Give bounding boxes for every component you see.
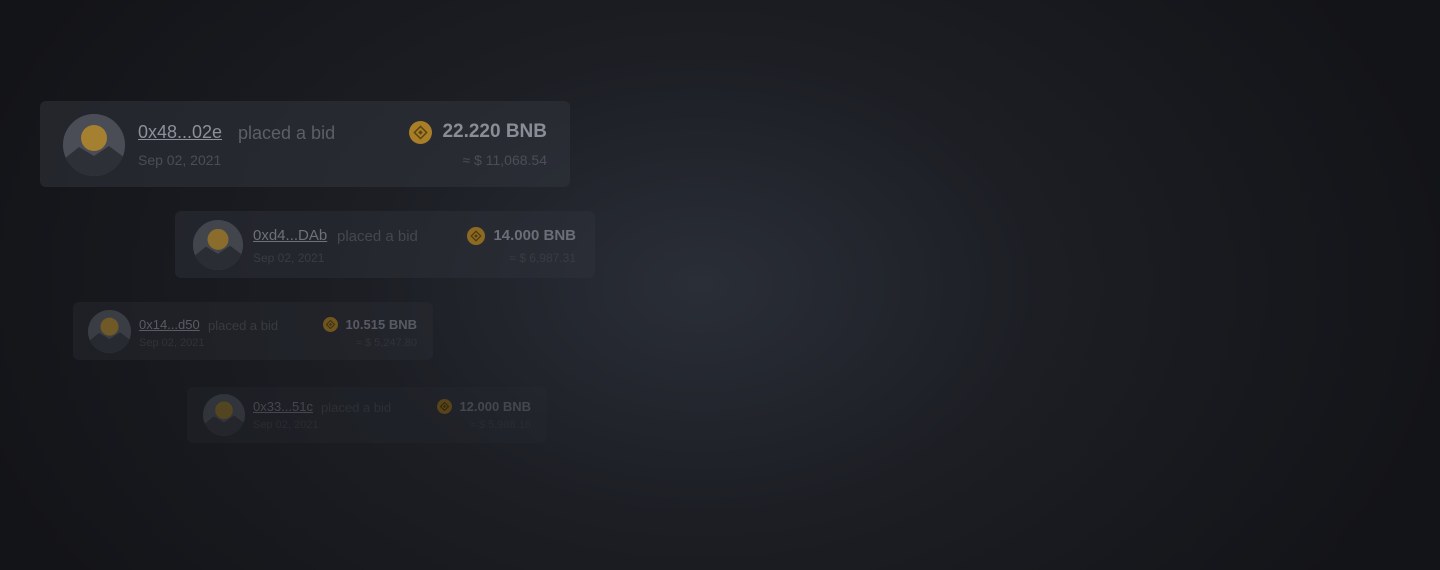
bid-card: 0x48...02e placed a bid Sep 02, 2021 22.… <box>40 101 570 187</box>
bid-card: 0x14...d50 placed a bid Sep 02, 2021 10.… <box>73 302 433 360</box>
bid-usd-value: ≈ $ 5,247.80 <box>355 337 417 349</box>
bid-card: 0x33...51c placed a bid Sep 02, 2021 12.… <box>187 387 547 443</box>
avatar-placeholder-icon[interactable] <box>203 394 245 436</box>
avatar-placeholder-icon[interactable] <box>63 114 125 176</box>
bid-amount: 22.220 BNB <box>442 121 547 142</box>
bidder-address-link[interactable]: 0x14...d50 <box>139 317 200 332</box>
bnb-coin-icon <box>323 317 338 332</box>
bid-usd-value: ≈ $ 6,987.31 <box>509 251 576 265</box>
bid-card: 0xd4...DAb placed a bid Sep 02, 2021 14.… <box>175 211 595 278</box>
bnb-coin-icon <box>437 399 452 414</box>
bid-amount: 12.000 BNB <box>459 399 531 414</box>
bidder-address-link[interactable]: 0xd4...DAb <box>253 227 327 244</box>
bnb-coin-icon <box>409 121 432 144</box>
bid-date: Sep 02, 2021 <box>139 337 205 349</box>
avatar-placeholder-icon[interactable] <box>193 220 243 270</box>
bid-date: Sep 02, 2021 <box>253 419 319 431</box>
bid-date: Sep 02, 2021 <box>138 152 222 168</box>
bid-amount: 14.000 BNB <box>493 227 576 244</box>
bid-usd-value: ≈ $ 11,068.54 <box>462 152 548 168</box>
bid-action-text: placed a bid <box>238 123 336 143</box>
bid-action-text: placed a bid <box>208 318 279 333</box>
bid-action-text: placed a bid <box>321 400 392 415</box>
avatar-placeholder-icon[interactable] <box>88 310 131 353</box>
bid-amount: 10.515 BNB <box>345 317 417 332</box>
bnb-coin-icon <box>467 227 485 245</box>
bid-date: Sep 02, 2021 <box>253 251 325 265</box>
bidder-address-link[interactable]: 0x48...02e <box>138 122 222 143</box>
bid-usd-value: ≈ $ 5,988.16 <box>469 419 531 431</box>
bid-action-text: placed a bid <box>337 228 418 245</box>
bidder-address-link[interactable]: 0x33...51c <box>253 399 313 414</box>
